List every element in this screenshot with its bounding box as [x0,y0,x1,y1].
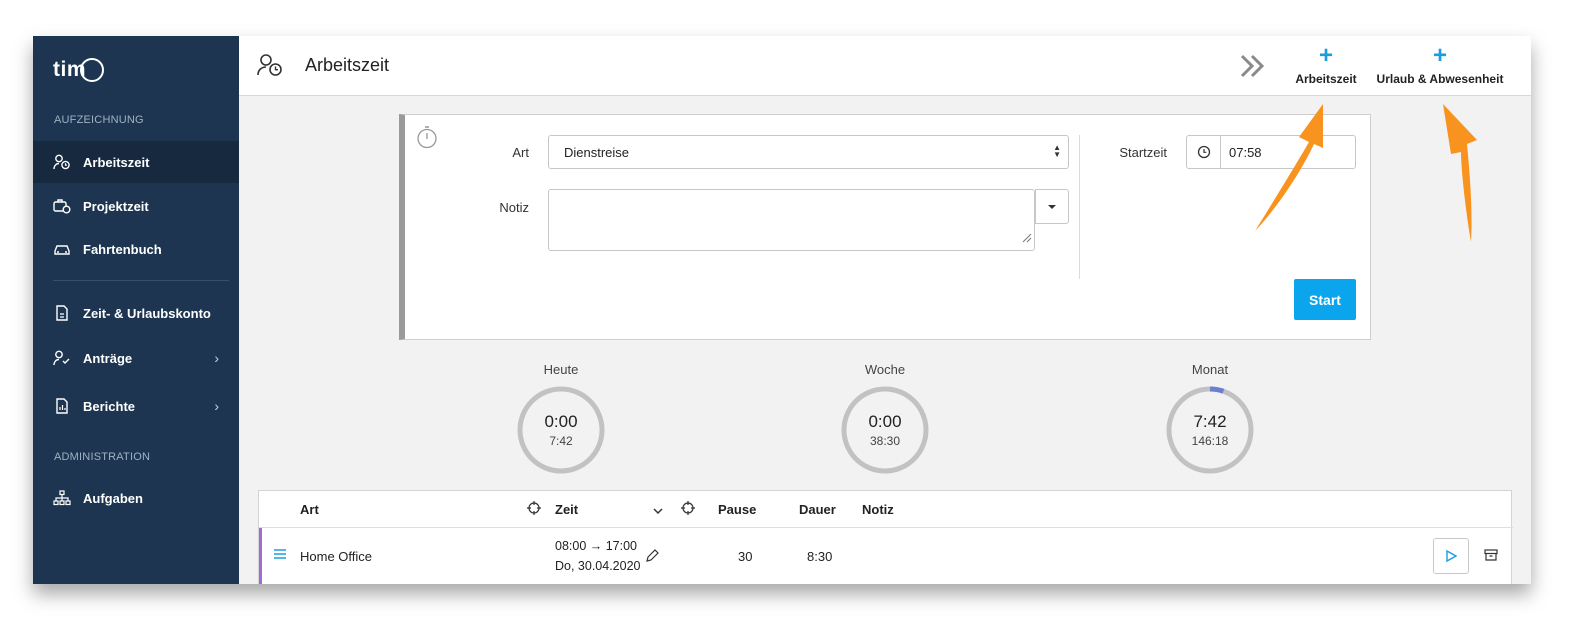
col-zeit[interactable]: Zeit [555,502,578,517]
add-worktime-button[interactable]: + Arbeitszeit [1293,42,1359,87]
col-art[interactable]: Art [300,502,319,517]
section-label-admin: ADMINISTRATION [54,451,151,463]
sidebar-item-antraege[interactable]: Anträge › [33,337,239,379]
timr-logo[interactable]: tim [53,58,104,83]
sort-arrows-icon: ▲ ▼ [1053,143,1061,159]
arrow-to-urlaub [1443,104,1477,242]
crosshair-icon[interactable] [527,501,541,518]
notiz-label: Notiz [499,200,529,215]
play-icon [1446,549,1458,563]
plus-icon: + [1432,42,1447,69]
caret-down-icon [1048,204,1056,209]
clock-icon [1187,136,1221,168]
col-pause[interactable]: Pause [718,502,756,517]
chevron-down-icon[interactable] [653,503,663,518]
sidebar-item-fahrtenbuch[interactable]: Fahrtenbuch [33,228,239,270]
entries-table: Art Zeit Pause Dauer Notiz Home Office 0… [258,490,1513,584]
plus-icon: + [1318,42,1333,69]
sidebar-item-label: Aufgaben [83,490,143,506]
notiz-dropdown-button[interactable] [1035,189,1069,224]
stat-heute: Heute 0:00 7:42 [511,362,611,475]
row-pause: 30 [738,549,753,564]
sidebar-item-zeit-urlaubskonto[interactable]: Zeit- & Urlaubskonto [33,292,239,334]
sidebar-item-label: Projektzeit [83,198,149,214]
sidebar-item-aufgaben[interactable]: Aufgaben [33,477,239,519]
col-dauer[interactable]: Dauer [799,502,836,517]
drag-handle-icon[interactable] [273,548,287,563]
notiz-textarea[interactable] [548,189,1035,251]
row-dauer: 8:30 [807,549,833,564]
chevron-right-icon: › [214,398,219,414]
startzeit-input[interactable]: 07:58 [1186,135,1356,169]
progress-ring: 0:00 38:30 [840,385,930,475]
table-header: Art Zeit Pause Dauer Notiz [259,491,1513,528]
document-icon [53,304,71,322]
app-window: tim AUFZEICHNUNG Arbeitszeit Projektzeit… [33,36,1531,584]
user-check-icon [53,349,71,367]
briefcase-clock-icon [53,197,71,215]
sidebar-item-projektzeit[interactable]: Projektzeit [33,185,239,227]
art-select[interactable]: Dienstreise ▲ ▼ [548,135,1069,169]
top-header: Arbeitszeit + Arbeitszeit + Urlaub & Abw… [239,36,1531,96]
sidebar-item-label: Zeit- & Urlaubskonto [83,305,211,321]
progress-ring: 7:42 146:18 [1165,385,1255,475]
add-leave-button[interactable]: + Urlaub & Abwesenheit [1375,42,1505,87]
crosshair-icon[interactable] [681,501,695,518]
pencil-icon[interactable] [644,548,660,567]
section-label-recording: AUFZEICHNUNG [54,114,144,126]
row-zeit-date: Do, 30.04.2020 [555,559,641,573]
row-zeit-range: 08:00 → 17:00 [555,539,638,553]
page-title: Arbeitszeit [305,55,390,75]
table-row[interactable]: Home Office 08:00 → 17:00 Do, 30.04.2020… [259,528,1513,584]
user-clock-icon [53,153,71,171]
sidebar-item-label: Arbeitszeit [83,154,150,170]
stat-woche: Woche 0:00 38:30 [835,362,935,475]
resize-grip-icon[interactable] [1020,230,1032,248]
chevron-right-icon: › [214,350,219,366]
startzeit-label: Startzeit [1119,145,1167,160]
stopwatch-icon [416,125,438,154]
time-entry-form: Art Dienstreise ▲ ▼ Notiz Startzeit 07:58… [399,114,1371,340]
sitemap-icon [53,489,71,507]
row-art: Home Office [300,549,373,564]
art-label: Art [512,145,529,160]
double-chevron-right-icon[interactable] [1237,50,1269,87]
sidebar-item-berichte[interactable]: Berichte › [33,385,239,427]
col-notiz[interactable]: Notiz [862,502,894,517]
sidebar: tim AUFZEICHNUNG Arbeitszeit Projektzeit… [33,36,239,584]
sidebar-item-arbeitszeit[interactable]: Arbeitszeit [33,141,239,183]
form-divider [1079,135,1080,279]
car-icon [53,240,71,258]
sidebar-item-label: Anträge [83,350,133,366]
report-icon [53,397,71,415]
start-button[interactable]: Start [1294,279,1356,320]
stat-monat: Monat 7:42 146:18 [1160,362,1260,475]
sidebar-item-label: Berichte [83,398,136,414]
user-clock-icon [257,53,283,82]
progress-ring: 0:00 7:42 [516,385,606,475]
sidebar-item-label: Fahrtenbuch [83,241,162,257]
resume-button[interactable] [1433,538,1469,574]
sidebar-divider [53,280,229,281]
archive-icon[interactable] [1484,548,1498,565]
